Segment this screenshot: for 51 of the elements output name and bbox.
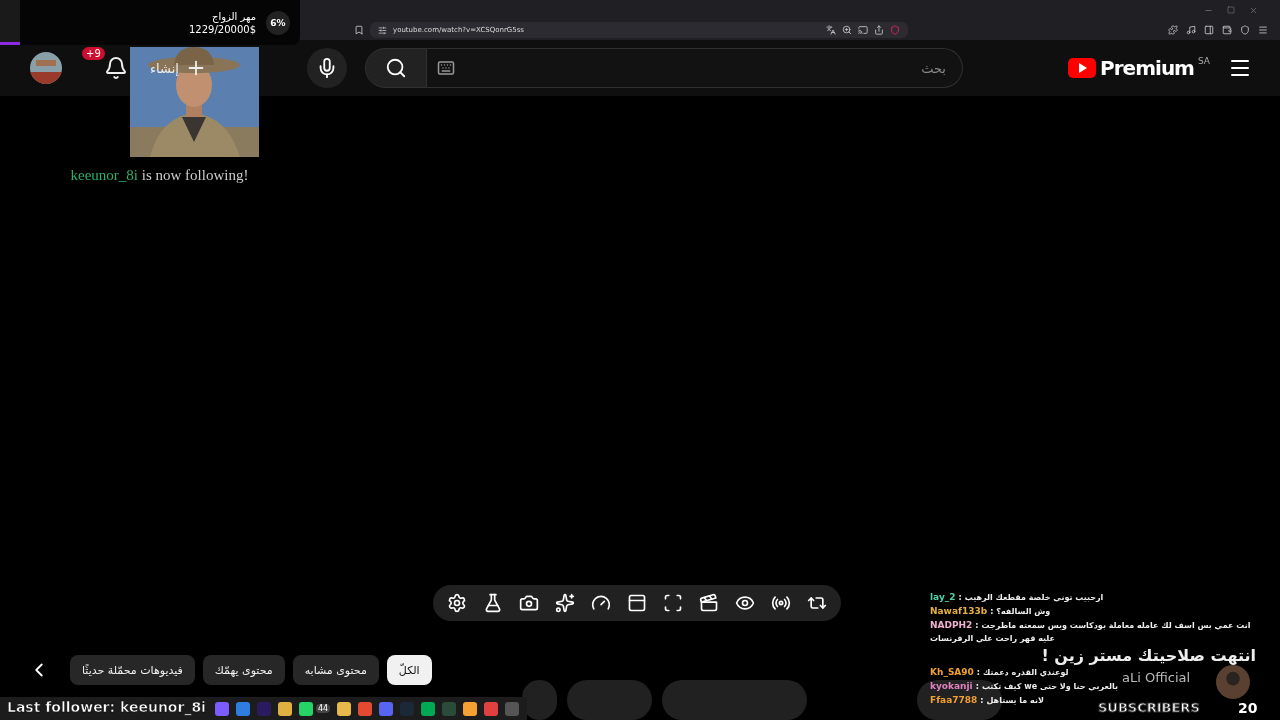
subscriber-count: 20 xyxy=(1238,700,1258,716)
app-icon[interactable] xyxy=(421,701,436,716)
app-icon[interactable] xyxy=(463,701,478,716)
voice-search-button[interactable] xyxy=(306,48,347,88)
region-label: SA xyxy=(1197,56,1210,66)
bookmark-icon[interactable] xyxy=(354,25,364,35)
music-icon[interactable] xyxy=(1186,25,1196,35)
create-button[interactable]: إنشاء xyxy=(150,57,207,79)
filter-chip[interactable]: محتوى مشابه xyxy=(292,655,379,685)
search-button[interactable] xyxy=(364,48,427,88)
subscribers-label: SUBSCRIBERS xyxy=(1098,700,1200,715)
site-settings-icon[interactable] xyxy=(378,25,387,35)
channel-avatar xyxy=(1216,665,1250,699)
keyboard-icon[interactable] xyxy=(436,59,455,77)
search-box[interactable]: بحث xyxy=(426,48,963,88)
extensions-icon[interactable] xyxy=(1168,25,1178,35)
filter-chip[interactable]: الكلّ xyxy=(386,655,432,685)
search-field[interactable]: بحث xyxy=(454,59,948,77)
app-badge: 44 xyxy=(316,704,331,713)
goal-percent: 6% xyxy=(266,10,290,35)
share-icon[interactable] xyxy=(874,25,884,35)
cast-icon[interactable] xyxy=(858,25,868,35)
expiry-banner-text: انتهت صلاحيتك مستر زين ! xyxy=(1041,646,1256,665)
notifications-icon[interactable] xyxy=(104,56,128,80)
app-icon[interactable] xyxy=(484,701,499,716)
app-icon[interactable] xyxy=(236,701,250,716)
zoom-icon[interactable] xyxy=(842,25,852,35)
sidebar-icon[interactable] xyxy=(1204,25,1214,35)
goal-title: مهر الزواج xyxy=(211,10,256,22)
app-icon[interactable] xyxy=(299,701,313,716)
goal-amount: 1229/20000$ xyxy=(189,23,256,35)
avatar[interactable] xyxy=(30,52,62,84)
close-icon[interactable] xyxy=(1249,5,1258,15)
notification-badge: +9 xyxy=(82,47,105,60)
shield-icon[interactable] xyxy=(890,25,900,35)
app-icon[interactable] xyxy=(337,701,352,716)
play-logo-icon xyxy=(1068,58,1097,78)
app-icon[interactable] xyxy=(278,701,292,716)
app-icon[interactable] xyxy=(358,701,373,716)
translate-icon[interactable] xyxy=(826,25,836,35)
shield-icon[interactable] xyxy=(1240,25,1250,35)
filter-chip[interactable]: محتوى يهمّك xyxy=(202,655,285,685)
app-icon[interactable] xyxy=(215,701,229,716)
search-icon xyxy=(384,57,407,79)
follow-alert-text: keeunor_8i is now following! xyxy=(70,167,249,184)
menu-icon[interactable] xyxy=(1258,25,1268,35)
channel-name: aLi Official xyxy=(1122,670,1191,685)
logo-text: Premium xyxy=(1100,56,1194,80)
filter-chip[interactable]: فيديوهات محمّلة حديثًا xyxy=(70,655,195,685)
wallet-icon[interactable] xyxy=(1222,25,1232,35)
last-follower-text: Last follower: keeunor_8i xyxy=(7,699,206,715)
